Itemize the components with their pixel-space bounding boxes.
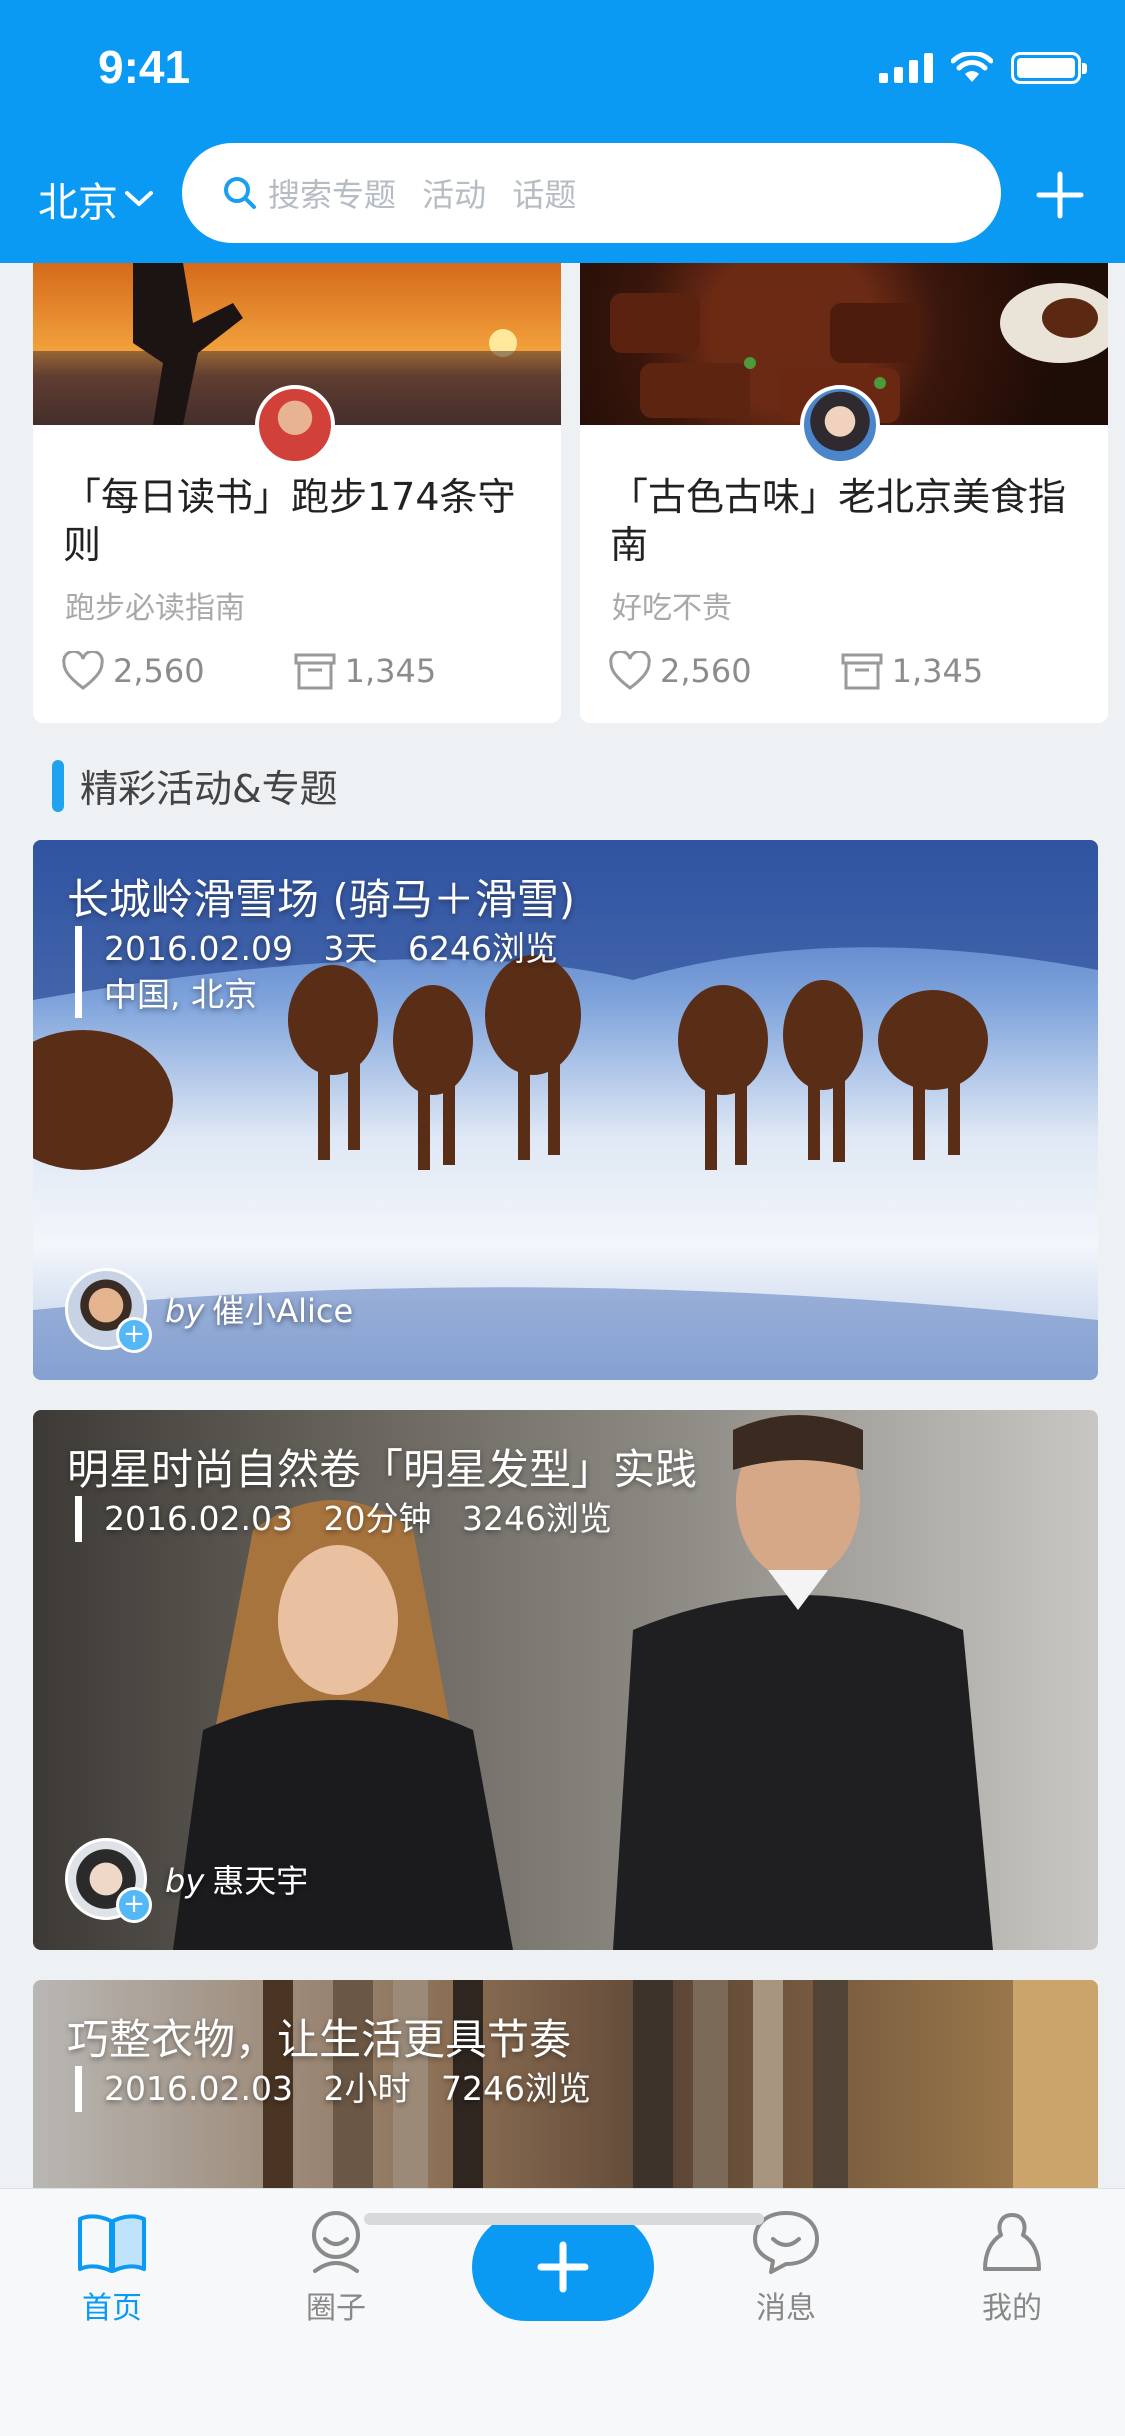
card-title: 「每日读书」跑步174条守则: [63, 475, 516, 567]
create-button[interactable]: [472, 2213, 654, 2321]
tab-circle[interactable]: 圈子: [276, 2209, 396, 2327]
chevron-down-icon: [125, 191, 153, 206]
like-stat[interactable]: 2,560: [61, 651, 205, 691]
topic-title: 巧整衣物，让生活更具节奏: [67, 2015, 572, 2064]
tab-home-label: 首页: [82, 2291, 142, 2326]
tab-mine[interactable]: 我的: [952, 2209, 1072, 2327]
avatar[interactable]: [800, 385, 880, 465]
section-title: 精彩活动&专题: [80, 767, 338, 811]
tab-circle-label: 圈子: [306, 2291, 366, 2326]
activity-views: 6246浏览: [407, 929, 558, 968]
topic-duration: 20分钟: [323, 1499, 432, 1538]
city-label: 北京: [38, 180, 118, 226]
topic-duration: 2小时: [323, 2069, 411, 2108]
city-selector[interactable]: 北京: [38, 170, 154, 228]
topic-meta: 2016.02.03 2小时 7246浏览: [75, 2066, 591, 2112]
avatar[interactable]: +: [65, 1838, 152, 1923]
activity-card[interactable]: 长城岭滑雪场 (骑马＋滑雪) 2016.02.09 3天 6246浏览 中国, …: [33, 840, 1098, 1380]
author-info[interactable]: + by 催小Alice: [65, 1268, 354, 1353]
topic-views: 7246浏览: [440, 2069, 591, 2108]
heart-icon: [62, 651, 104, 690]
status-time: 9:41: [98, 41, 191, 93]
tab-home[interactable]: 首页: [52, 2209, 172, 2327]
archive-icon: [841, 653, 883, 690]
battery-icon: [1011, 52, 1087, 84]
cellular-signal-icon: [879, 53, 933, 83]
heart-icon: [609, 651, 651, 690]
search-input[interactable]: 搜索专题 活动 话题: [182, 143, 1001, 243]
plus-icon: [537, 2241, 589, 2293]
topic-card[interactable]: 「每日读书」跑步174条守则 跑步必读指南 2,560 1,345: [33, 263, 561, 723]
avatar[interactable]: +: [65, 1268, 152, 1353]
topic-card[interactable]: 「古色古味」老北京美食指南 好吃不贵 2,560 1,345: [580, 263, 1108, 723]
topic-date: 2016.02.03: [104, 2069, 293, 2108]
save-count: 1,345: [891, 652, 984, 690]
save-stat[interactable]: 1,345: [293, 651, 437, 691]
save-stat[interactable]: 1,345: [840, 651, 984, 691]
card-subtitle: 跑步必读指南: [65, 591, 245, 626]
home-indicator: [364, 2213, 764, 2225]
like-stat[interactable]: 2,560: [608, 651, 752, 691]
wifi-icon: [951, 52, 993, 82]
by-label: by: [165, 1862, 205, 1900]
status-icons: [879, 52, 1087, 84]
card-stats: 2,560 1,345: [61, 651, 436, 691]
topic-feature-card[interactable]: 明星时尚自然卷「明星发型」实践 2016.02.03 20分钟 3246浏览 +…: [33, 1410, 1098, 1950]
add-icon[interactable]: [1035, 170, 1085, 220]
topic-meta: 2016.02.03 20分钟 3246浏览: [75, 1496, 612, 1542]
activity-title: 长城岭滑雪场 (骑马＋滑雪): [67, 875, 576, 924]
activity-location: 中国, 北京: [104, 975, 257, 1014]
card-stats: 2,560 1,345: [608, 651, 983, 691]
archive-icon: [294, 653, 336, 690]
follow-plus-icon[interactable]: +: [116, 1887, 152, 1923]
author-info[interactable]: + by 惠天宇: [65, 1838, 309, 1923]
tab-messages[interactable]: 消息: [726, 2209, 846, 2327]
author-name: 催小Alice: [212, 1292, 354, 1330]
profile-icon: [983, 2213, 1041, 2271]
top-header: 9:41 北京 搜索专题 活动 话题: [0, 0, 1125, 263]
topic-title: 明星时尚自然卷「明星发型」实践: [67, 1445, 698, 1494]
by-label: by: [165, 1292, 205, 1330]
activity-duration: 3天: [323, 929, 378, 968]
like-count: 2,560: [660, 652, 752, 690]
tab-messages-label: 消息: [756, 2291, 816, 2326]
tab-mine-label: 我的: [982, 2291, 1042, 2326]
avatar[interactable]: [255, 385, 335, 465]
book-icon: [78, 2214, 146, 2273]
user-icon: [312, 2211, 360, 2273]
section-accent-bar: [52, 759, 64, 812]
section-header: 精彩活动&专题: [52, 758, 338, 813]
follow-plus-icon[interactable]: +: [116, 1317, 152, 1353]
save-count: 1,345: [344, 652, 437, 690]
topic-views: 3246浏览: [461, 1499, 612, 1538]
author-name: 惠天宇: [212, 1862, 309, 1900]
topic-date: 2016.02.03: [104, 1499, 293, 1538]
card-subtitle: 好吃不贵: [612, 591, 732, 626]
activity-date: 2016.02.09: [104, 929, 293, 968]
card-title: 「古色古味」老北京美食指南: [610, 475, 1067, 567]
search-placeholder: 搜索专题 活动 话题: [268, 176, 577, 214]
search-icon: [224, 177, 256, 209]
tab-bar: 首页 圈子 消息 我的: [0, 2188, 1125, 2436]
like-count: 2,560: [113, 652, 205, 690]
activity-meta: 2016.02.09 3天 6246浏览 中国, 北京: [75, 926, 558, 1018]
